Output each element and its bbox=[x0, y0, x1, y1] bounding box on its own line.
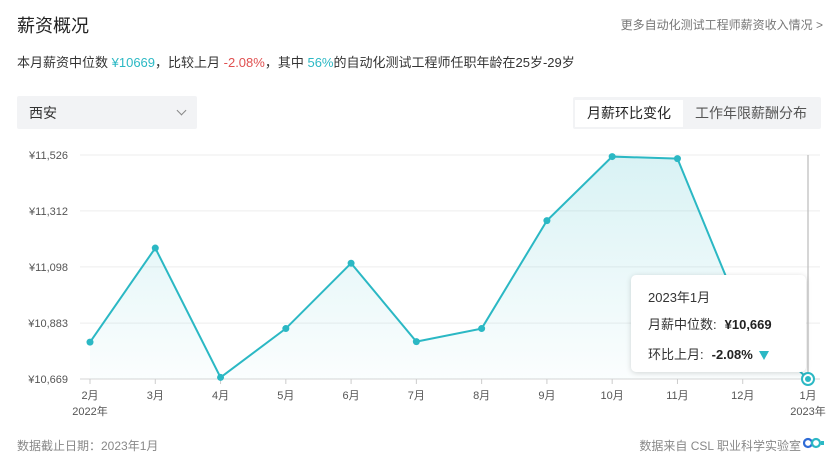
data-point[interactable] bbox=[543, 217, 551, 225]
x-tick-label: 8月 bbox=[473, 390, 490, 402]
summary-mid2: ，其中 bbox=[264, 55, 308, 70]
x-tick-label: 12月 bbox=[731, 390, 754, 402]
x-tick-label: 3月 bbox=[147, 390, 164, 402]
data-point-highlight-core bbox=[805, 376, 811, 382]
tab-experience-distribution[interactable]: 工作年限薪酬分布 bbox=[683, 100, 819, 127]
tooltip-median-value: ¥10,669 bbox=[724, 317, 772, 332]
summary-change: -2.08% bbox=[223, 55, 265, 70]
x-tick-year-label: 2023年 bbox=[790, 404, 825, 418]
city-select[interactable]: 西安 bbox=[17, 96, 197, 129]
x-tick-label: 4月 bbox=[212, 390, 229, 402]
data-point[interactable] bbox=[412, 338, 420, 346]
x-tick-label: 11月 bbox=[666, 390, 688, 402]
tooltip-change-row: 环比上月: -2.08% bbox=[648, 344, 769, 363]
city-select-value: 西安 bbox=[29, 104, 57, 121]
page-title: 薪资概况 bbox=[17, 16, 89, 36]
more-salary-link[interactable]: 更多自动化测试工程师薪资收入情况 > bbox=[621, 16, 823, 33]
y-axis: ¥11,526 ¥11,312 ¥11,098 ¥10,883 ¥10,669 bbox=[27, 150, 68, 386]
x-tick-label: 10月 bbox=[601, 390, 624, 402]
tooltip-change-value: -2.08% bbox=[711, 347, 753, 362]
data-point[interactable] bbox=[86, 338, 94, 346]
x-tick-label: 5月 bbox=[277, 390, 294, 402]
salary-summary: 本月薪资中位数 ¥10669，比较上月 -2.08%，其中 56%的自动化测试工… bbox=[17, 52, 575, 71]
data-point[interactable] bbox=[478, 325, 486, 333]
x-axis: 2月 2022年 3月 4月 5月 6月 7月 8月 9月 10月 11月 12月 1月 2023年 bbox=[72, 379, 826, 418]
y-tick-label: ¥10,669 bbox=[27, 374, 68, 386]
chart-tooltip: 2023年1月 月薪中位数: ¥10,669 环比上月: -2.08% bbox=[631, 275, 806, 372]
tab-monthly-change[interactable]: 月薪环比变化 bbox=[575, 99, 683, 127]
summary-suffix: 的自动化测试工程师任职年龄在25岁-29岁 bbox=[333, 55, 575, 70]
x-tick-label: 7月 bbox=[408, 390, 425, 402]
x-tick-label: 9月 bbox=[538, 390, 555, 402]
tooltip-median-label: 月薪中位数: bbox=[648, 317, 717, 332]
summary-percent: 56% bbox=[307, 55, 334, 70]
x-tick-year-label: 2022年 bbox=[72, 404, 107, 418]
x-tick-label: 2月 bbox=[81, 390, 98, 402]
y-tick-label: ¥10,883 bbox=[27, 318, 68, 330]
data-point[interactable] bbox=[673, 155, 681, 163]
tooltip-median-row: 月薪中位数: ¥10,669 bbox=[648, 314, 772, 333]
y-tick-label: ¥11,526 bbox=[28, 150, 68, 162]
data-point[interactable] bbox=[217, 373, 225, 381]
summary-prefix: 本月薪资中位数 bbox=[17, 55, 112, 70]
chevron-down-icon bbox=[176, 105, 187, 116]
data-source: 数据来自 CSL 职业科学实验室 bbox=[639, 439, 801, 453]
x-tick-label: 6月 bbox=[343, 390, 360, 402]
y-tick-label: ¥11,312 bbox=[28, 206, 68, 218]
data-point[interactable] bbox=[151, 244, 159, 252]
summary-mid1: ，比较上月 bbox=[155, 55, 224, 70]
tooltip-change-label: 环比上月: bbox=[648, 347, 704, 362]
summary-median: ¥10669 bbox=[111, 55, 156, 70]
chart-tabs: 月薪环比变化 工作年限薪酬分布 bbox=[573, 97, 821, 129]
csl-logo-icon bbox=[803, 437, 824, 449]
data-point[interactable] bbox=[282, 325, 290, 333]
y-tick-label: ¥11,098 bbox=[28, 262, 68, 274]
triangle-down-icon bbox=[758, 351, 769, 361]
tooltip-date: 2023年1月 bbox=[648, 290, 711, 305]
data-point[interactable] bbox=[608, 153, 616, 161]
data-cutoff-date: 数据截止日期：2023年1月 bbox=[17, 439, 159, 453]
x-tick-label: 1月 bbox=[799, 390, 816, 402]
data-point[interactable] bbox=[347, 259, 355, 267]
